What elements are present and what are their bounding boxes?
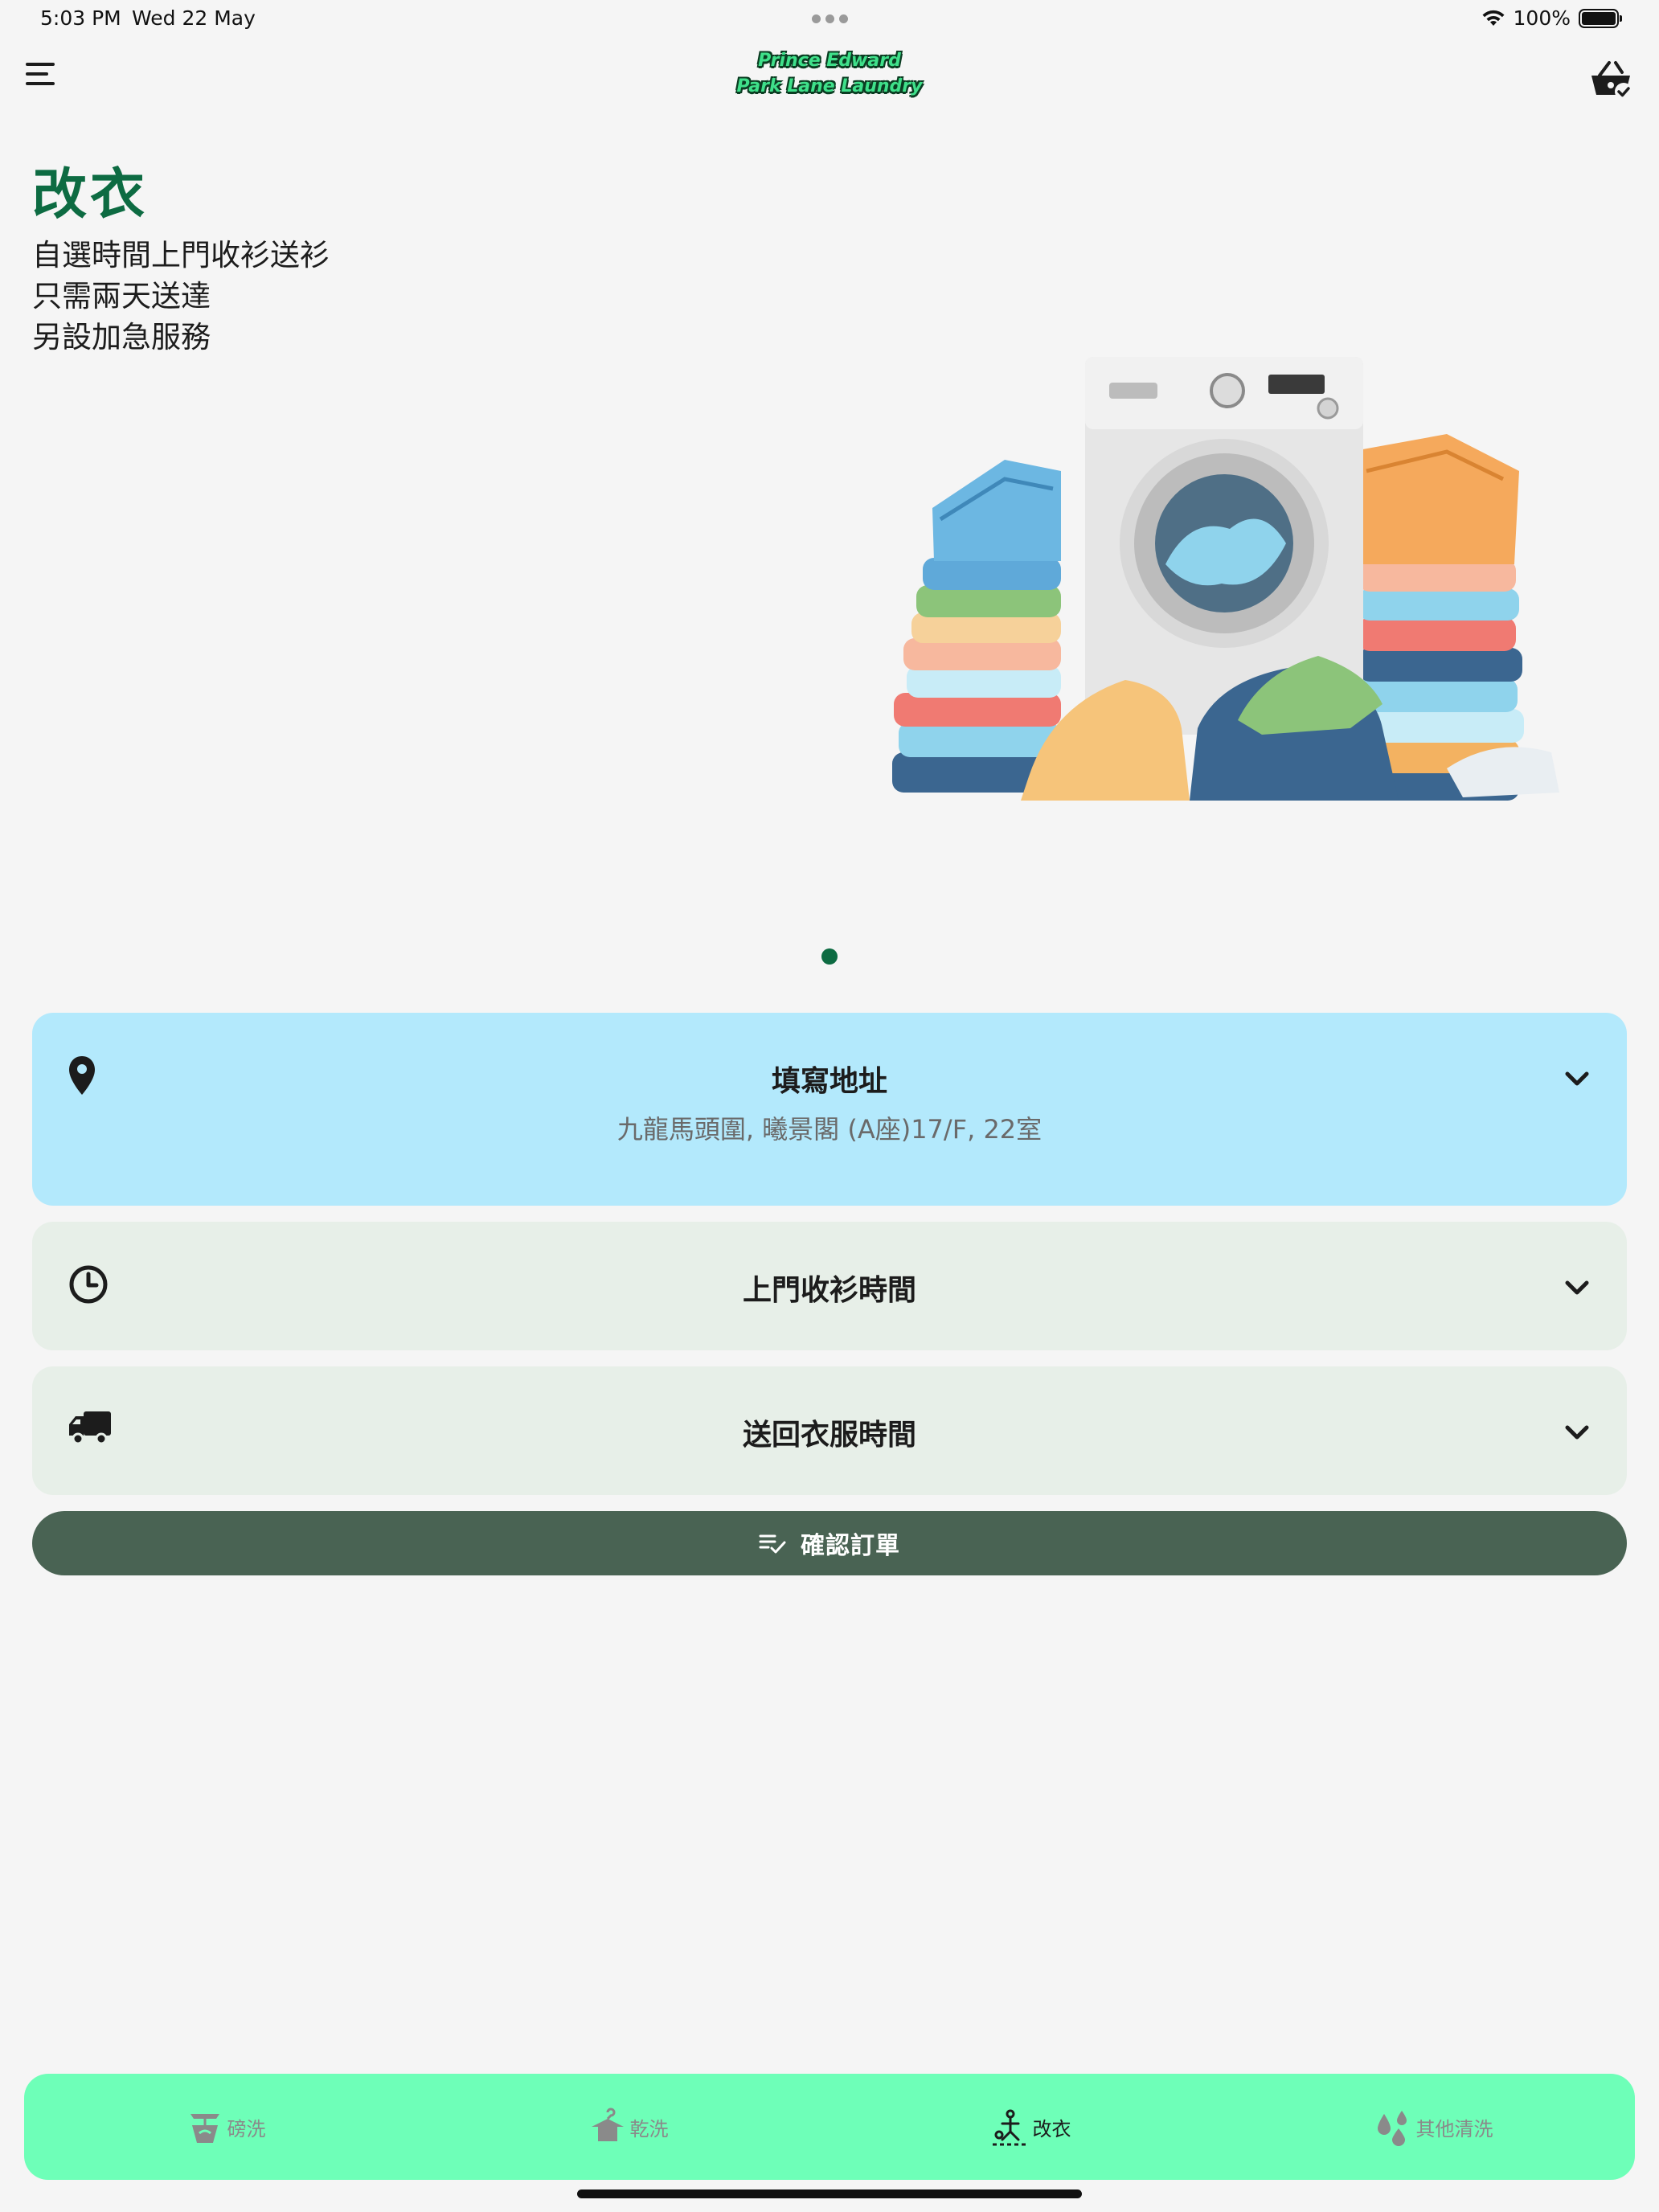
hanger-shirt-icon (591, 2108, 624, 2141)
wifi-icon (1482, 10, 1505, 26)
nav-label-wash: 磅洗 (227, 2117, 266, 2140)
nav-label-alterations: 改衣 (1032, 2117, 1071, 2140)
logo-line-2: Park Lane Laundry (736, 76, 923, 96)
chevron-down-icon[interactable] (1563, 1276, 1591, 1299)
chevron-down-icon[interactable] (1563, 1421, 1591, 1444)
status-time: 5:03 PM (40, 6, 121, 30)
list-check-icon (759, 1534, 786, 1554)
pickup-time-card[interactable]: 上門收衫時間 (32, 1222, 1627, 1350)
hero-line-2: 只需兩天送達 (32, 279, 211, 313)
nav-item-wash[interactable]: 磅洗 (24, 2074, 427, 2180)
basket-check-icon (1591, 61, 1632, 100)
status-bar: 5:03 PM Wed 22 May 100% (0, 0, 1659, 39)
hero-line-3: 另設加急服務 (32, 320, 211, 354)
battery-percent: 100% (1513, 6, 1571, 30)
multitasking-dots-icon[interactable] (812, 14, 848, 23)
washing-machine-laundry-illustration (892, 357, 1559, 801)
nav-item-alterations[interactable]: 改衣 (830, 2074, 1232, 2180)
sewing-icon (992, 2109, 1028, 2146)
menu-button[interactable] (26, 63, 58, 95)
address-value: 九龍馬頭圍, 曦景閣 (A座)17/F, 22室 (616, 1114, 1043, 1145)
left-clothes-pile (892, 460, 1061, 793)
confirm-order-button[interactable]: 確認訂單 (32, 1511, 1627, 1575)
nav-label-other-cleaning: 其他清洗 (1415, 2117, 1493, 2140)
address-card[interactable]: 填寫地址 九龍馬頭圍, 曦景閣 (A座)17/F, 22室 (32, 1013, 1627, 1206)
battery-icon (1579, 8, 1622, 28)
hero-title: 改衣 (32, 163, 149, 227)
nav-item-other-cleaning[interactable]: 其他清洗 (1232, 2074, 1635, 2180)
bottom-navigation: 磅洗 乾洗 改衣 其他清洗 (24, 2074, 1635, 2180)
hero-line-1: 自選時間上門收衫送衫 (32, 238, 330, 272)
home-indicator[interactable] (577, 2189, 1082, 2198)
logo-line-1: Prince Edward (758, 51, 901, 71)
app-logo: Prince Edward Park Lane Laundry (731, 48, 928, 103)
delivery-time-card[interactable]: 送回衣服時間 (32, 1366, 1627, 1495)
status-right: 100% (1481, 6, 1622, 30)
status-date: Wed 22 May (132, 6, 256, 30)
hero-description: 自選時間上門收衫送衫 只需兩天送達 另設加急服務 (32, 235, 330, 358)
droplets-icon (1377, 2111, 1407, 2146)
nav-item-dry-clean[interactable]: 乾洗 (427, 2074, 830, 2180)
address-card-title: 填寫地址 (771, 1065, 887, 1098)
pickup-card-title: 上門收衫時間 (742, 1274, 916, 1307)
delivery-card-title: 送回衣服時間 (742, 1419, 916, 1452)
washer-icon (190, 2114, 219, 2143)
menu-icon (26, 63, 55, 66)
nav-label-dry-clean: 乾洗 (629, 2117, 669, 2140)
carousel-page-indicator[interactable] (821, 948, 838, 965)
basket-button[interactable] (1588, 59, 1633, 101)
chevron-down-icon[interactable] (1563, 1067, 1591, 1090)
confirm-order-label: 確認訂單 (801, 1532, 900, 1560)
